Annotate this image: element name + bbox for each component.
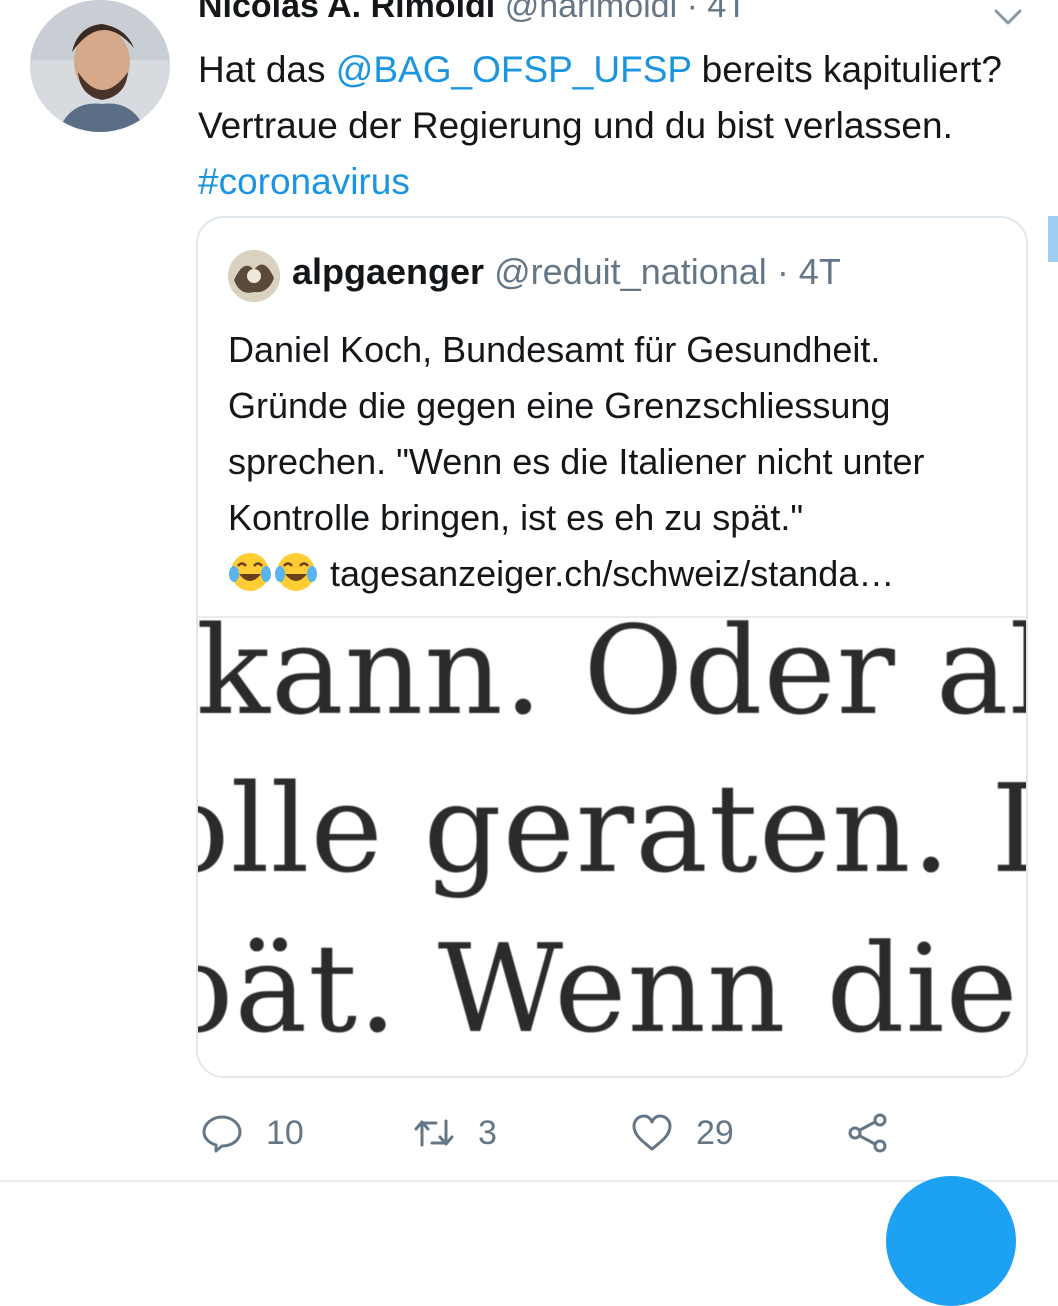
image-text-line: kann. Oder aber [198, 616, 1026, 742]
reply-count: 10 [266, 1113, 304, 1152]
quoted-text: Daniel Koch, Bundesamt für Gesundheit. G… [228, 329, 925, 538]
quoted-header: alpgaenger @reduit_national · 4T [292, 248, 841, 296]
image-text-line: oät. Wenn die Fal [198, 918, 1026, 1060]
chevron-down-icon[interactable] [988, 2, 1028, 32]
reply-button[interactable]: 10 [200, 1100, 304, 1166]
tweet-timestamp[interactable]: · 4T [677, 0, 747, 25]
tears-of-joy-emoji [229, 553, 271, 591]
mention-link[interactable]: @BAG_OFSP_UFSP [336, 49, 692, 90]
hashtag-link[interactable]: #coronavirus [198, 161, 410, 202]
quoted-tweet[interactable]: alpgaenger @reduit_national · 4T Daniel … [196, 216, 1028, 1078]
tweet-text-part1: Hat das [198, 49, 336, 90]
tweet-header: Nicolas A. Rimoldi @narimoldi · 4T [198, 0, 747, 26]
scroll-indicator [1048, 216, 1058, 262]
divider [0, 1180, 1058, 1182]
reply-icon [202, 1115, 242, 1153]
quoted-link[interactable]: tagesanzeiger.ch/schweiz/standa… [330, 553, 894, 594]
like-count: 29 [696, 1113, 734, 1152]
author-avatar[interactable] [30, 0, 170, 132]
retweet-button[interactable]: 3 [412, 1100, 497, 1166]
like-button[interactable]: 29 [630, 1100, 734, 1166]
quoted-author-avatar [228, 250, 280, 302]
quoted-author-handle: @reduit_national [494, 251, 767, 292]
quoted-text-block: Daniel Koch, Bundesamt für Gesundheit. G… [228, 322, 1008, 602]
share-icon [848, 1113, 887, 1153]
retweet-count: 3 [478, 1113, 497, 1152]
heart-icon [632, 1114, 672, 1151]
retweet-icon [414, 1119, 454, 1147]
action-bar: 10 3 29 [0, 1100, 1058, 1170]
tweet-text: Hat das @BAG_OFSP_UFSP bereits kapitulie… [198, 42, 1018, 210]
share-button[interactable] [846, 1100, 890, 1166]
quoted-author-name: alpgaenger [292, 251, 485, 292]
image-text-line: olle geraten. In di [198, 758, 1026, 900]
compose-button[interactable] [886, 1176, 1016, 1306]
tears-of-joy-emoji [275, 553, 317, 591]
quoted-timestamp: · 4T [766, 251, 841, 292]
author-handle[interactable]: @narimoldi [505, 0, 677, 25]
quoted-image[interactable]: kann. Oder aber olle geraten. In di oät.… [198, 616, 1026, 1076]
author-name[interactable]: Nicolas A. Rimoldi [198, 0, 495, 25]
